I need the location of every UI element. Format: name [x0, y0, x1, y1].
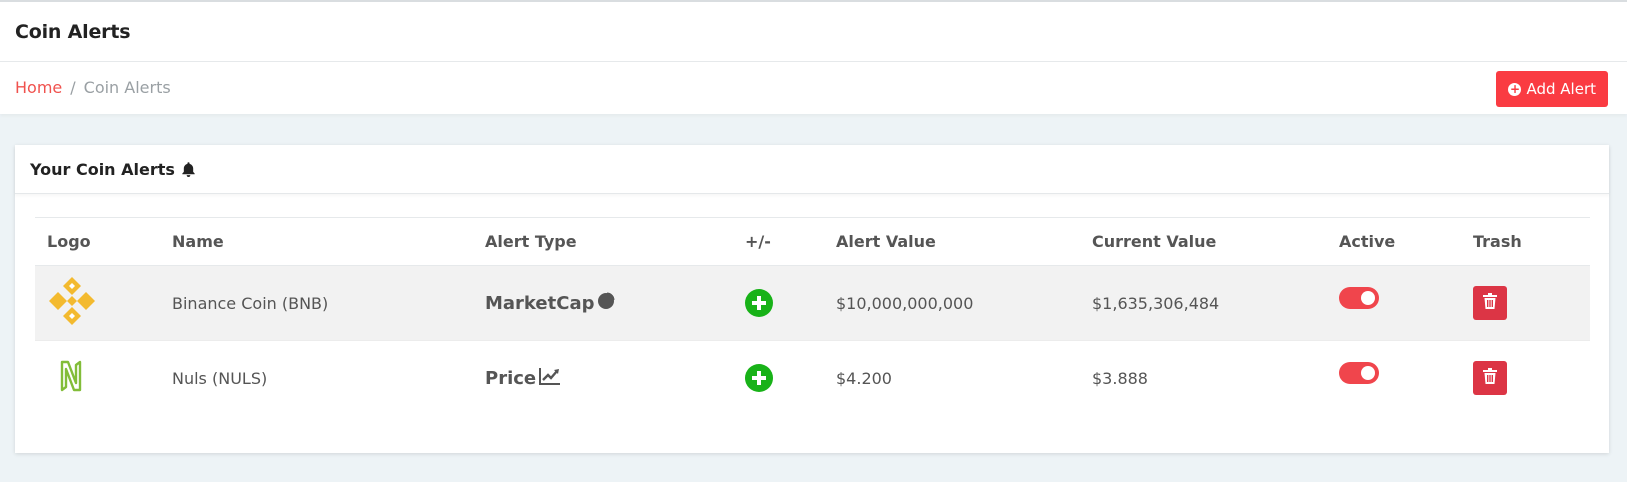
plus-circle-icon[interactable]	[745, 289, 773, 317]
table-row: Nuls (NULS) Price $4.200 $3.888	[35, 341, 1590, 416]
breadcrumb-bar: Home / Coin Alerts + Add Alert	[0, 62, 1627, 114]
add-alert-button[interactable]: + Add Alert	[1496, 71, 1608, 107]
coin-name: Binance Coin (BNB)	[172, 265, 485, 341]
nuls-logo	[47, 359, 85, 397]
toggle-knob	[1361, 291, 1375, 305]
delete-alert-button[interactable]	[1473, 361, 1507, 395]
column-header-logo: Logo	[35, 217, 172, 266]
active-toggle[interactable]	[1339, 287, 1379, 309]
alert-value: $10,000,000,000	[836, 265, 1092, 341]
table-row: Binance Coin (BNB) MarketCap $10,000,000…	[35, 265, 1590, 341]
breadcrumb-separator: /	[70, 78, 76, 97]
coin-alerts-card: Your Coin Alerts Logo Name Alert Type +/…	[15, 145, 1609, 453]
alert-type: MarketCap	[485, 291, 616, 315]
delete-alert-button[interactable]	[1473, 286, 1507, 320]
breadcrumb-home-link[interactable]: Home	[15, 78, 62, 97]
bell-icon	[180, 161, 197, 178]
alert-type: Price	[485, 367, 561, 390]
page-header: Coin Alerts	[0, 2, 1627, 62]
column-header-direction: +/-	[745, 217, 836, 266]
breadcrumb-current: Coin Alerts	[83, 78, 171, 97]
line-chart-icon	[539, 367, 561, 390]
current-value: $1,635,306,484	[1092, 265, 1339, 341]
column-header-active: Active	[1339, 217, 1473, 266]
trash-icon	[1483, 368, 1497, 388]
alerts-table: Logo Name Alert Type +/- Alert Value Cur…	[35, 217, 1590, 415]
table-header-row: Logo Name Alert Type +/- Alert Value Cur…	[35, 217, 1590, 266]
card-header: Your Coin Alerts	[15, 145, 1609, 194]
add-alert-label: Add Alert	[1526, 80, 1596, 98]
plus-circle-icon: +	[1508, 81, 1522, 96]
toggle-knob	[1361, 366, 1375, 380]
alert-value: $4.200	[836, 368, 892, 388]
column-header-current-value: Current Value	[1092, 217, 1339, 266]
alert-type-label: Price	[485, 367, 537, 389]
column-header-alert-type: Alert Type	[485, 217, 745, 266]
plus-circle-icon[interactable]	[745, 364, 773, 392]
trash-icon	[1483, 293, 1497, 313]
column-header-trash: Trash	[1473, 217, 1590, 266]
pie-chart-icon	[597, 291, 616, 315]
card-title: Your Coin Alerts	[30, 159, 175, 179]
page-title: Coin Alerts	[15, 20, 131, 43]
column-header-name: Name	[172, 217, 485, 266]
breadcrumb: Home / Coin Alerts	[15, 78, 171, 97]
coin-name: Nuls (NULS)	[172, 368, 268, 388]
column-header-alert-value: Alert Value	[836, 217, 1092, 266]
current-value: $3.888	[1092, 368, 1148, 388]
binance-logo	[47, 277, 97, 330]
active-toggle[interactable]	[1339, 362, 1379, 384]
alert-type-label: MarketCap	[485, 292, 595, 314]
